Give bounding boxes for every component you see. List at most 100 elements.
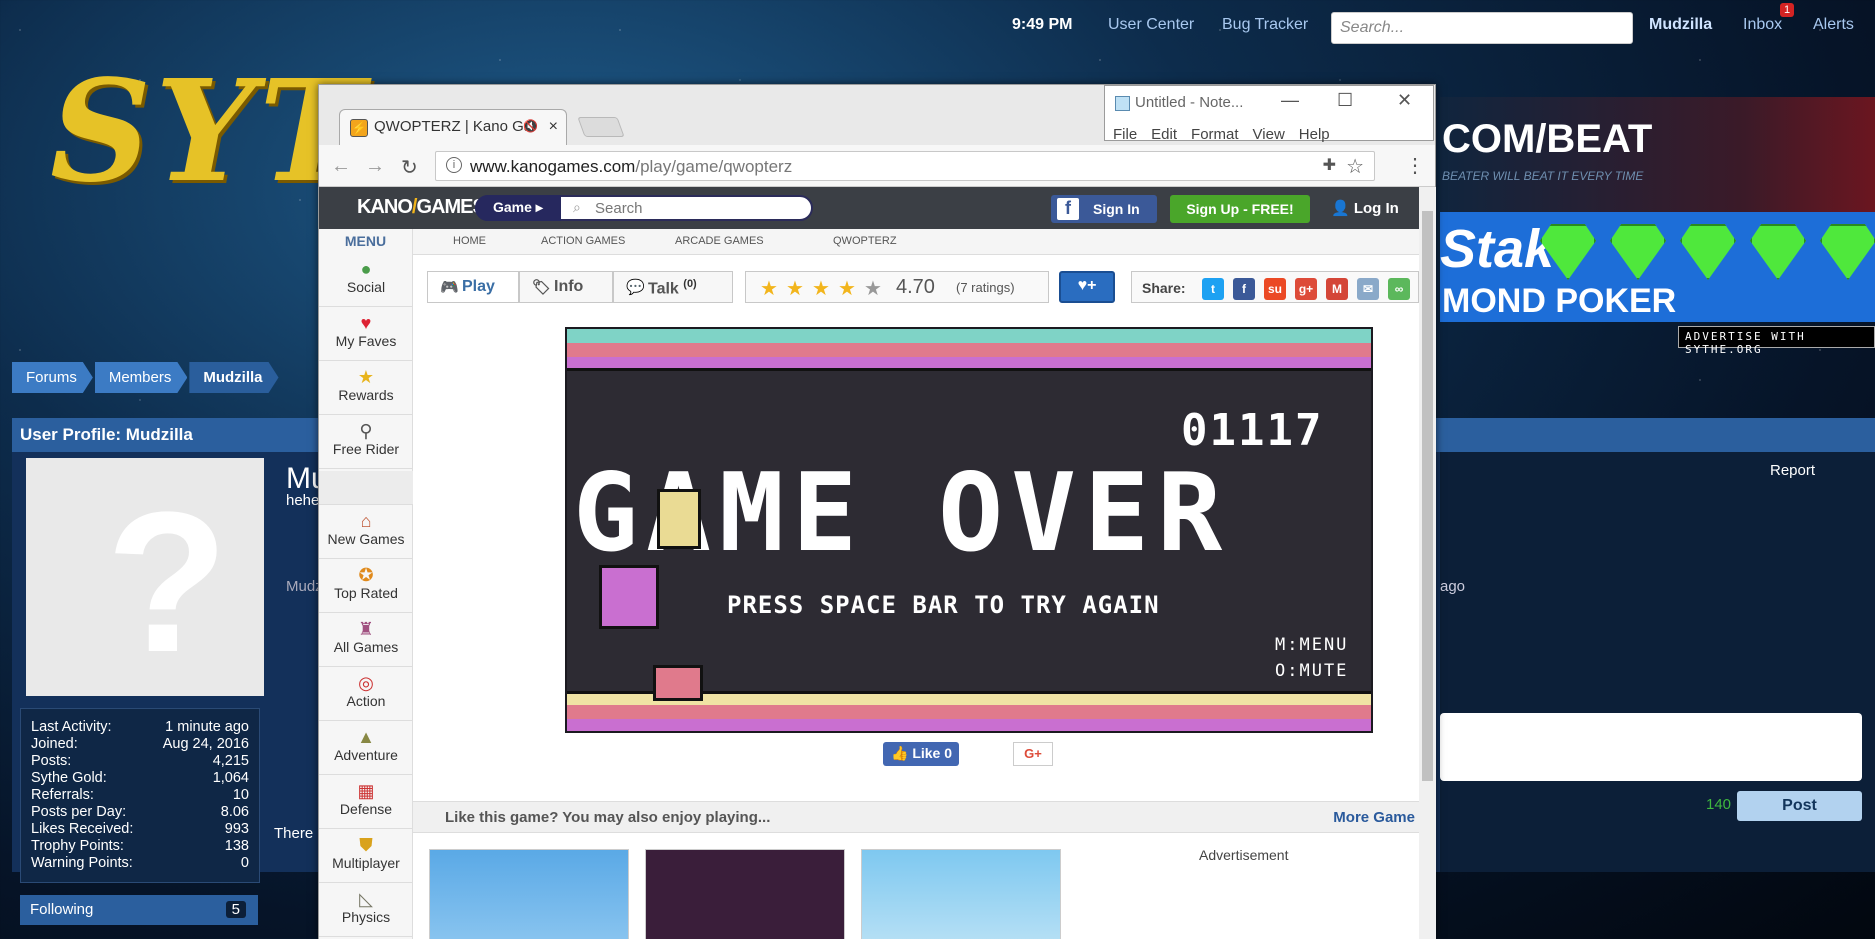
alerts-link[interactable]: Alerts xyxy=(1813,16,1854,34)
kano-header: KANO/GAMES Game ▸ ⌕ Search f Sign In Sign… xyxy=(319,187,1419,229)
profile-post-textarea[interactable] xyxy=(1440,713,1862,781)
sign-up-button[interactable]: Sign Up - FREE! xyxy=(1170,195,1310,223)
back-icon[interactable]: ← xyxy=(331,155,351,178)
inbox-link[interactable]: Inbox xyxy=(1743,16,1782,34)
tab-info[interactable]: 🏷 Info xyxy=(519,271,613,303)
more-games-link[interactable]: More Game xyxy=(1333,809,1415,826)
social-icon: ● xyxy=(360,259,372,279)
menu-item-my-faves[interactable]: ♥ My Faves xyxy=(319,309,413,361)
notepad-menu-view[interactable]: View xyxy=(1253,126,1285,143)
facebook-sign-in-button[interactable]: f Sign In xyxy=(1051,195,1157,223)
menu-item-adventure[interactable]: ▲ Adventure xyxy=(319,723,413,775)
rating-widget[interactable]: ★ ★ ★ ★ ★ 4.70 (7 ratings) xyxy=(745,271,1049,303)
stat-value: 8.06 xyxy=(220,804,249,820)
menu-item-defense[interactable]: ▦ Defense xyxy=(319,777,413,829)
menu-item-all-games[interactable]: ♜ All Games xyxy=(319,615,413,667)
menu-item-label: Defense xyxy=(339,801,393,817)
close-icon[interactable]: ✕ xyxy=(1397,90,1412,111)
google-plus-button[interactable]: G+ xyxy=(1013,742,1053,766)
notepad-menu-format[interactable]: Format xyxy=(1191,126,1239,143)
link-icon[interactable]: ∞ xyxy=(1388,278,1410,300)
star-icon[interactable]: ★ xyxy=(812,276,830,301)
extension-icon[interactable]: ✚ xyxy=(1323,155,1336,175)
stat-value: 10 xyxy=(232,787,249,803)
notepad-menu-help[interactable]: Help xyxy=(1299,126,1330,143)
star-icon[interactable]: ★ xyxy=(786,276,804,301)
post-button[interactable]: Post xyxy=(1737,791,1862,821)
reload-icon[interactable]: ↻ xyxy=(401,155,418,180)
avatar[interactable]: ? xyxy=(26,458,264,696)
crumb-arcade-games[interactable]: ARCADE GAMES xyxy=(675,235,764,247)
add-favorite-button[interactable]: ♥+ xyxy=(1059,271,1115,303)
star-icon[interactable]: ★ xyxy=(838,276,856,301)
breadcrumb-members[interactable]: Members xyxy=(95,362,188,393)
browser-tab[interactable]: ⚡ QWOPTERZ | Kano Ga 🔇 × xyxy=(339,109,567,145)
game-thumbnail[interactable] xyxy=(861,849,1061,939)
notepad-menu-edit[interactable]: Edit xyxy=(1151,126,1177,143)
mute-icon[interactable]: 🔇 xyxy=(523,119,538,133)
ad-banner-stake[interactable]: Stake MOND POKER xyxy=(1440,212,1875,322)
chrome-menu-icon[interactable]: ⋮ xyxy=(1405,153,1425,178)
star-icon[interactable]: ★ xyxy=(864,276,882,301)
email-icon[interactable]: ✉ xyxy=(1357,278,1379,300)
menu-item-action[interactable]: ◎ Action xyxy=(319,669,413,721)
game-thumbnail[interactable] xyxy=(429,849,629,939)
menu-item-top-rated[interactable]: ✪ Top Rated xyxy=(319,561,413,613)
log-in-link[interactable]: 👤 Log In xyxy=(1331,199,1399,217)
menu-item-rewards[interactable]: ★ Rewards xyxy=(319,363,413,415)
minimize-icon[interactable]: — xyxy=(1281,90,1299,111)
crumb-action-games[interactable]: ACTION GAMES xyxy=(541,235,625,247)
notepad-menu-file[interactable]: File xyxy=(1113,126,1137,143)
gmail-icon[interactable]: M xyxy=(1326,278,1348,300)
game-search[interactable]: Game ▸ ⌕ Search xyxy=(475,195,813,221)
bug-tracker-link[interactable]: Bug Tracker xyxy=(1222,16,1308,34)
forward-icon[interactable]: → xyxy=(365,155,385,178)
username-link[interactable]: Mudzilla xyxy=(1649,16,1712,34)
menu-item-label: Social xyxy=(346,279,386,295)
stumbleupon-icon[interactable]: su xyxy=(1264,278,1286,300)
address-bar[interactable]: i www.kanogames.com/play/game/qwopterz ✚… xyxy=(435,151,1375,181)
stat-value: 993 xyxy=(224,821,249,837)
forum-search-input[interactable]: Search... xyxy=(1331,12,1633,44)
heart-icon: ♥ xyxy=(360,313,372,333)
facebook-icon[interactable]: f xyxy=(1233,278,1255,300)
ad-banner-top[interactable]: COM/BEAT BEATER WILL BEAT IT EVERY TIME xyxy=(1440,97,1875,212)
user-center-link[interactable]: User Center xyxy=(1108,16,1194,34)
report-link[interactable]: Report xyxy=(1770,462,1815,479)
facebook-like-button[interactable]: 👍 Like 0 xyxy=(883,742,959,766)
info-icon[interactable]: i xyxy=(446,157,462,173)
new-tab-button[interactable] xyxy=(577,117,625,137)
star-icon[interactable]: ★ xyxy=(760,276,778,301)
game-dropdown[interactable]: Game ▸ xyxy=(475,195,561,221)
google-plus-icon[interactable]: g+ xyxy=(1295,278,1317,300)
bookmark-star-icon[interactable]: ☆ xyxy=(1346,154,1364,179)
breadcrumb-forums[interactable]: Forums xyxy=(12,362,93,393)
profile-ago-text: ago xyxy=(1440,578,1466,595)
game-thumbnail[interactable] xyxy=(645,849,845,939)
twitter-icon[interactable]: t xyxy=(1202,278,1224,300)
game-canvas[interactable]: 01117 GAME OVER PRESS SPACE BAR TO TRY A… xyxy=(565,327,1373,733)
tab-play[interactable]: 🎮 Play xyxy=(427,271,519,303)
menu-item-label: Top Rated xyxy=(334,585,398,601)
following-header[interactable]: Following 5 xyxy=(20,895,258,925)
kano-search-input[interactable]: Search xyxy=(595,200,643,217)
maximize-icon[interactable]: ☐ xyxy=(1337,90,1353,111)
stat-value: 1,064 xyxy=(212,770,249,786)
menu-item-social[interactable]: ● Social xyxy=(319,255,413,307)
breadcrumb-current[interactable]: Mudzilla xyxy=(189,362,278,393)
kano-logo[interactable]: KANO/GAMES xyxy=(357,196,486,219)
menu-item-label: Adventure xyxy=(334,747,398,763)
menu-item-multiplayer[interactable]: ⛊ Multiplayer xyxy=(319,831,413,883)
advertise-with-sythe[interactable]: ADVERTISE WITH SYTHE.ORG xyxy=(1678,326,1875,356)
tab-talk[interactable]: 💬 Talk (0) xyxy=(613,271,733,303)
crumb-home[interactable]: HOME xyxy=(453,235,486,247)
bottom-band xyxy=(567,705,1371,719)
scrollbar-thumb[interactable] xyxy=(1422,211,1433,781)
close-tab-icon[interactable]: × xyxy=(549,118,558,136)
stake-poker-text: MOND POKER xyxy=(1442,282,1677,320)
menu-item-new-games[interactable]: ⌂ New Games xyxy=(319,507,413,559)
page-scrollbar[interactable] xyxy=(1419,187,1436,939)
menu-item-physics[interactable]: ◺ Physics xyxy=(319,885,413,937)
target-icon: ◎ xyxy=(358,673,374,693)
menu-item-free-rider[interactable]: ⚲ Free Rider xyxy=(319,417,413,469)
